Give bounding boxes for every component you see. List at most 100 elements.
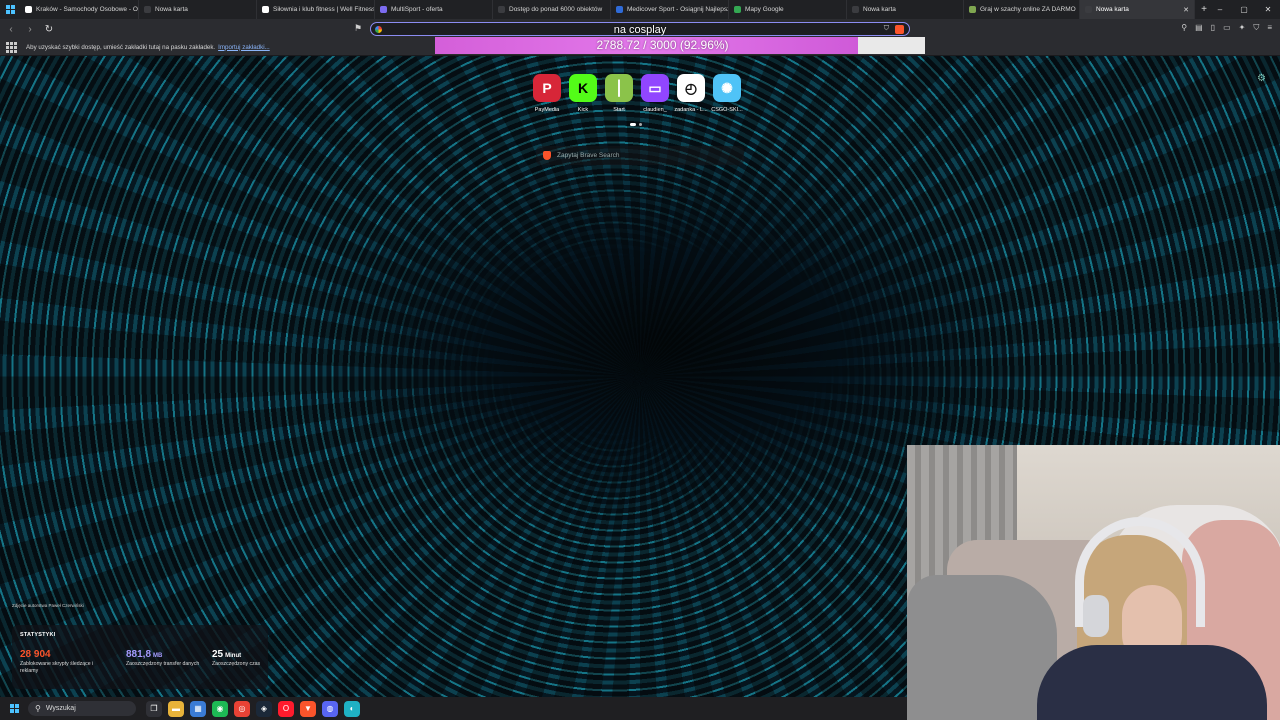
toolbar-icon[interactable]: ▯	[1211, 23, 1215, 33]
taskbar-search[interactable]: ⚲ Wyszukaj	[28, 701, 136, 716]
tab-favicon-icon	[380, 6, 387, 13]
top-sites-pager[interactable]	[630, 123, 642, 126]
tab[interactable]: Nowa karta	[139, 0, 257, 19]
tab-favicon-icon	[144, 6, 151, 13]
tab-title: Siłownia i klub fitness | Well Fitness	[273, 6, 375, 13]
taskbar-search-label: Wyszukaj	[45, 705, 76, 712]
progress-bar: 2788.72 / 3000 (92.96%)	[435, 37, 925, 54]
screen: Kraków - Samochody Osobowe - OLX Nowa kar…	[0, 0, 1280, 720]
person-hoodie	[1037, 645, 1267, 720]
tab[interactable]: Nowa karta	[847, 0, 964, 19]
stat-value: 25 Minut	[212, 649, 242, 660]
toolbar-icon[interactable]: ▤	[1195, 23, 1203, 33]
tab-title: Nowa karta	[155, 6, 188, 13]
store-icon[interactable]: ▦	[190, 700, 206, 717]
top-site[interactable]: ✺ CSGO-SKI...	[711, 74, 743, 113]
steam-icon[interactable]: ◈	[256, 700, 272, 717]
spotify-icon[interactable]: ◉	[212, 700, 228, 717]
progress-label: 2788.72 / 3000 (92.96%)	[596, 38, 729, 52]
tab-title: MultiSport - oferta	[391, 6, 443, 13]
tab-title: Mapy Google	[745, 6, 784, 13]
address-bar[interactable]: na cosplay ⛉	[370, 22, 910, 36]
brave-search-box[interactable]: Zapytaj Brave Search	[536, 146, 744, 165]
webcam-overlay	[907, 445, 1280, 720]
start-button[interactable]	[10, 703, 20, 714]
brave-icon[interactable]: ▼	[300, 700, 316, 717]
top-site[interactable]: ◴ zadanka - L...	[674, 74, 708, 113]
discord-icon[interactable]: ◍	[322, 700, 338, 717]
top-site-icon: P	[533, 74, 561, 102]
top-site[interactable]: K Kick	[569, 74, 597, 113]
forward-button[interactable]: ›	[22, 21, 38, 37]
top-site-label: claudien_	[643, 107, 667, 113]
edge-icon[interactable]: ◐	[344, 700, 360, 717]
stat-unit: Minut	[225, 653, 242, 659]
close-tab-icon[interactable]: ✕	[1183, 6, 1189, 14]
top-sites: P PayMedia K Kick ⎮ Start ▭ claudien_ ◴ zadanka -…	[533, 74, 743, 113]
chrome-icon[interactable]: ◎	[234, 700, 250, 717]
back-button[interactable]: ‹	[3, 21, 19, 37]
tab-favicon-icon	[1085, 6, 1092, 13]
bookmark-icon[interactable]: ⚑	[354, 23, 362, 34]
tab-title: Nowa karta	[1096, 6, 1129, 13]
top-site-label: PayMedia	[534, 107, 560, 113]
address-query: na cosplay	[613, 24, 667, 36]
top-site-label: Start	[613, 107, 625, 113]
toolbar-icon[interactable]: ✦	[1239, 23, 1246, 33]
stat-description: Zablokowane skrypty śledzące i reklamy	[20, 661, 94, 675]
tab[interactable]: MultiSport - oferta	[375, 0, 493, 19]
tab[interactable]: Medicover Sport - Osiągnij Najlepsze	[611, 0, 729, 19]
toolbar-right-icons: ⚲ ▤ ▯ ▭ ✦ ⛉ ≡	[1181, 23, 1272, 33]
maximize-button[interactable]: ▢	[1232, 0, 1256, 19]
stat-unit: MB	[153, 653, 163, 659]
tab-strip: Kraków - Samochody Osobowe - OLX Nowa kar…	[0, 0, 1280, 19]
stat-item: 28 904 Zablokowane skrypty śledzące i rek…	[20, 649, 100, 676]
toolbar-icon[interactable]: ⚲	[1181, 23, 1187, 33]
top-site-icon: K	[569, 74, 597, 102]
toolbar-icon[interactable]: ⛉	[1253, 23, 1259, 33]
photo-credit: Zdjęcie autorstwa Paweł Czerwiński	[12, 603, 84, 608]
tab-title: Kraków - Samochody Osobowe - OLX	[36, 6, 139, 13]
settings-gear-icon[interactable]: ⚙	[1257, 73, 1266, 84]
search-icon: ⚲	[35, 704, 41, 713]
tab-favicon-icon	[734, 6, 741, 13]
top-site[interactable]: ⎮ Start	[605, 74, 633, 113]
tab[interactable]: Siłownia i klub fitness | Well Fitness	[257, 0, 375, 19]
stat-value: 28 904	[20, 649, 51, 660]
toolbar-icon[interactable]: ≡	[1267, 23, 1272, 33]
tab[interactable]: Nowa karta ✕	[1080, 0, 1195, 19]
brave-shield-icon[interactable]	[895, 25, 904, 34]
minimize-button[interactable]: –	[1208, 0, 1232, 19]
tab-favicon-icon	[852, 6, 859, 13]
top-site[interactable]: ▭ claudien_	[641, 74, 669, 113]
close-window-button[interactable]: ✕	[1256, 0, 1280, 19]
tab[interactable]: Graj w szachy online ZA DARMO	[964, 0, 1080, 19]
reload-button[interactable]: ↻	[41, 21, 57, 37]
task-view-icon[interactable]: ❐	[146, 700, 162, 717]
tab-favicon-icon	[262, 6, 269, 13]
tab[interactable]: Dostęp do ponad 6000 obiektów	[493, 0, 611, 19]
toolbar-icon[interactable]: ▭	[1223, 23, 1231, 33]
apps-grid-icon[interactable]	[6, 42, 17, 53]
top-site[interactable]: P PayMedia	[533, 74, 561, 113]
tab-title: Nowa karta	[863, 6, 896, 13]
bookmarks-message: Aby uzyskać szybki dostęp, umieść zakład…	[26, 43, 216, 51]
shields-icon[interactable]: ⛉	[884, 25, 889, 34]
tab[interactable]: Kraków - Samochody Osobowe - OLX	[20, 0, 139, 19]
tab-favicon-icon	[969, 6, 976, 13]
tab-title: Medicover Sport - Osiągnij Najlepsze	[627, 6, 729, 13]
tab-title: Dostęp do ponad 6000 obiektów	[509, 6, 603, 13]
stat-item: 25 Minut Zaoszczędzony czas	[212, 649, 292, 668]
taskbar-apps: ❐ ▬ ▦ ◉ ◎ ◈ O ▼ ◍ ◐	[146, 700, 360, 717]
tab-favicon-icon	[25, 6, 32, 13]
tab-favicon-icon	[616, 6, 623, 13]
stat-value: 881,8 MB	[126, 649, 163, 660]
tab-favicon-icon	[498, 6, 505, 13]
file-explorer-icon[interactable]: ▬	[168, 700, 184, 717]
import-bookmarks-link[interactable]: Importuj zakładki...	[218, 44, 270, 51]
opera-icon[interactable]: O	[278, 700, 294, 717]
search-placeholder: Zapytaj Brave Search	[557, 152, 620, 159]
tab-title: Graj w szachy online ZA DARMO	[980, 6, 1076, 13]
tab[interactable]: Mapy Google	[729, 0, 847, 19]
stats-title: STATYSTYKI	[20, 632, 56, 638]
